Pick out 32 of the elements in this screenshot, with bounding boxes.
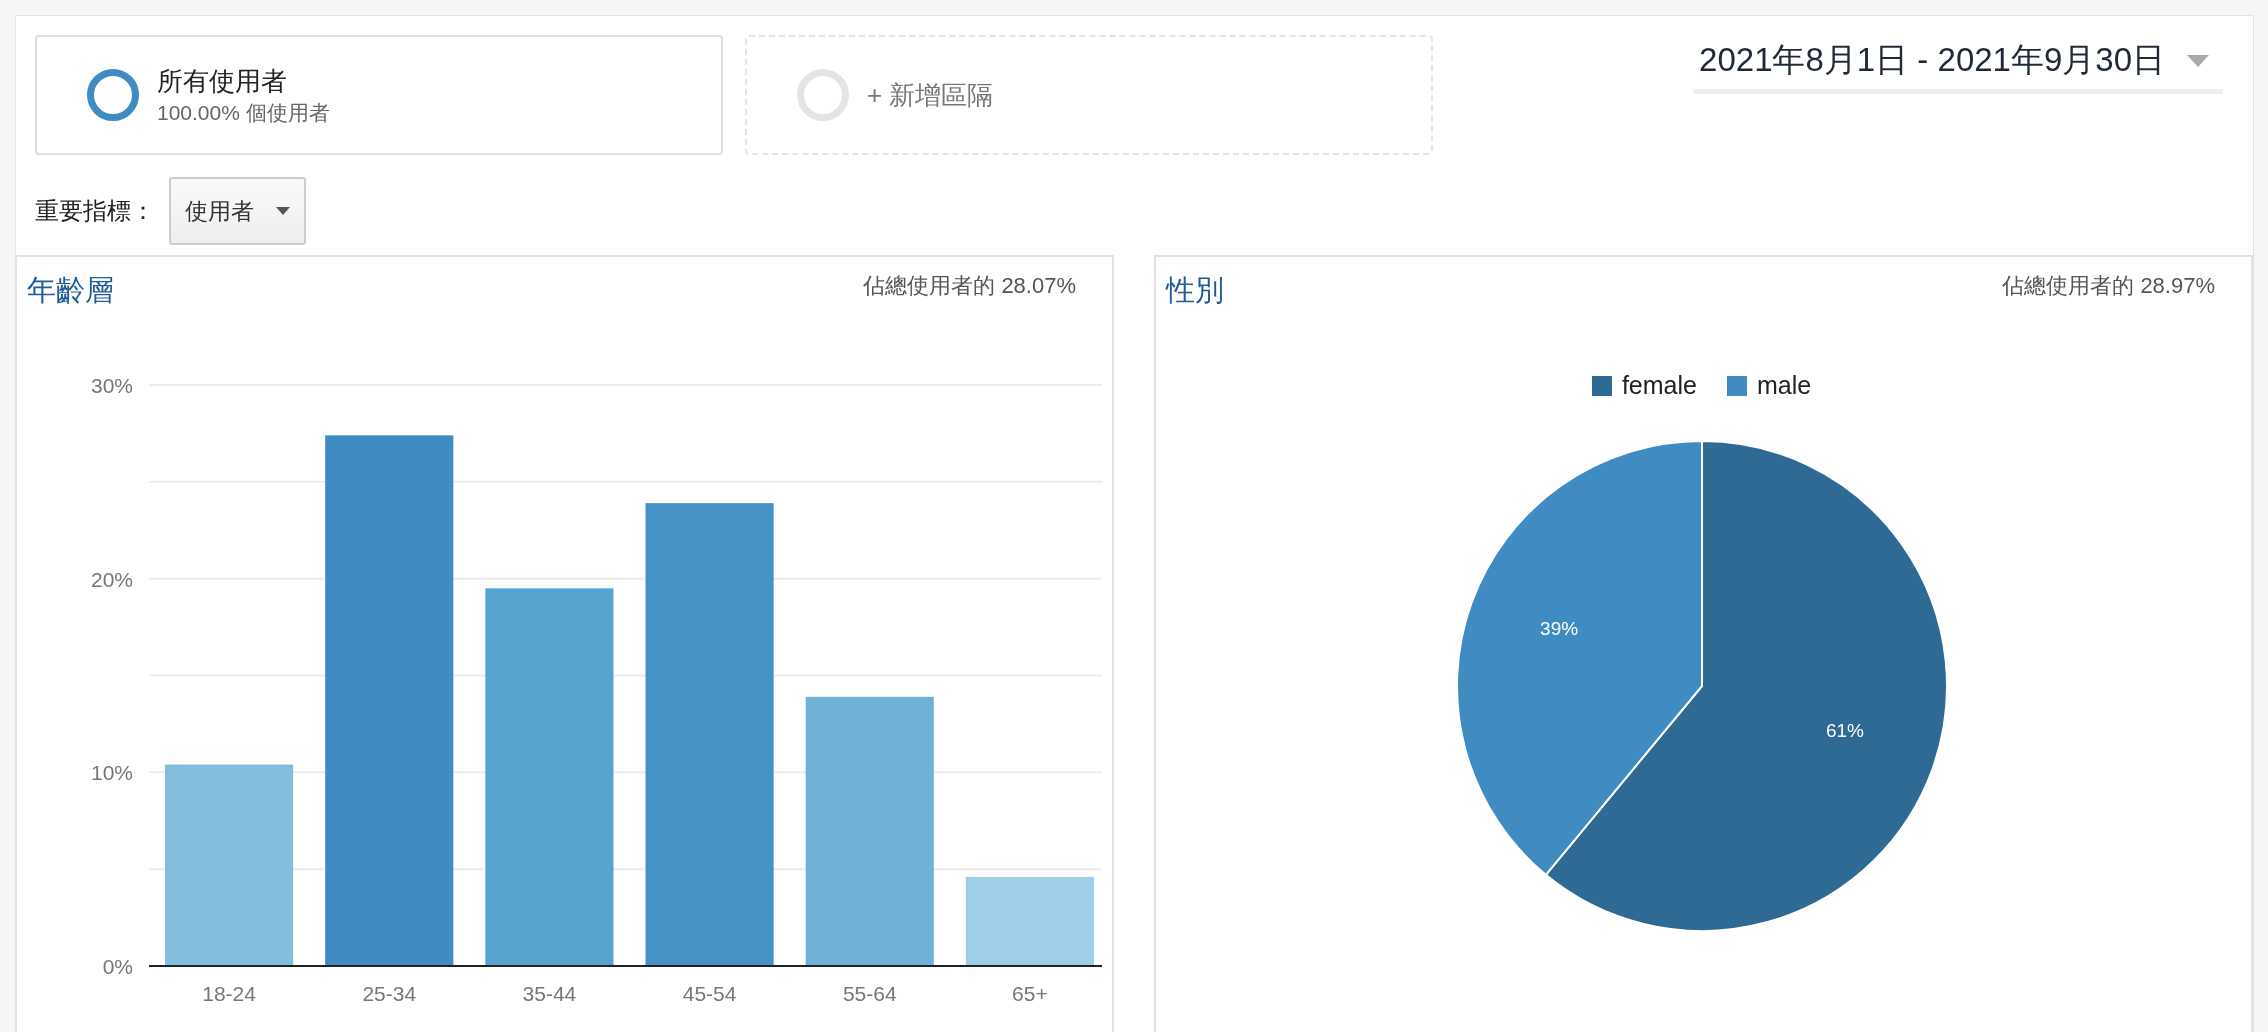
caret-icon [2187,54,2209,67]
slice-label: 39% [1539,617,1578,639]
legend-item: female [1591,371,1697,400]
panel-title: 年齡層 [27,273,114,308]
axis-label: 55-64 [842,982,897,1005]
legend-swatch-icon [1591,375,1612,396]
date-range-picker[interactable]: 2021年8月1日 - 2021年9月30日 [1693,38,2223,94]
segment-ring-icon [797,69,849,121]
axis-label: 65+ [1012,982,1048,1005]
segment-title: 所有使用者 [157,64,288,98]
axis-label: 45-54 [682,982,737,1005]
axis-label: 10% [90,761,133,785]
metric-dropdown[interactable]: 使用者 [169,177,306,245]
share-text: 佔總使用者的 28.97% [2002,272,2215,300]
axis-label: 30% [90,374,133,397]
segment-card[interactable]: 所有使用者 100.00% 個使用者 [35,35,723,155]
segment-ring-icon [87,69,139,121]
panel-title: 性別 [1166,273,1224,308]
axis-label: 35-44 [522,982,577,1005]
slice-label: 61% [1825,720,1864,742]
axis-label: 0% [102,955,133,978]
metric-label: 重要指標： [35,196,155,226]
axis-label: 18-24 [202,982,256,1005]
add-segment-card[interactable]: + 新增區隔 [745,35,1433,155]
segment-subtitle: 100.00% 個使用者 [157,99,330,126]
caret-icon [276,207,290,215]
axis-label: 25-34 [362,982,417,1005]
axis-label: 20% [90,567,133,591]
share-text: 佔總使用者的 28.07% [863,272,1076,300]
legend-swatch-icon [1726,375,1747,396]
legend-item: male [1726,371,1812,400]
segment-title: + 新增區隔 [867,78,994,112]
